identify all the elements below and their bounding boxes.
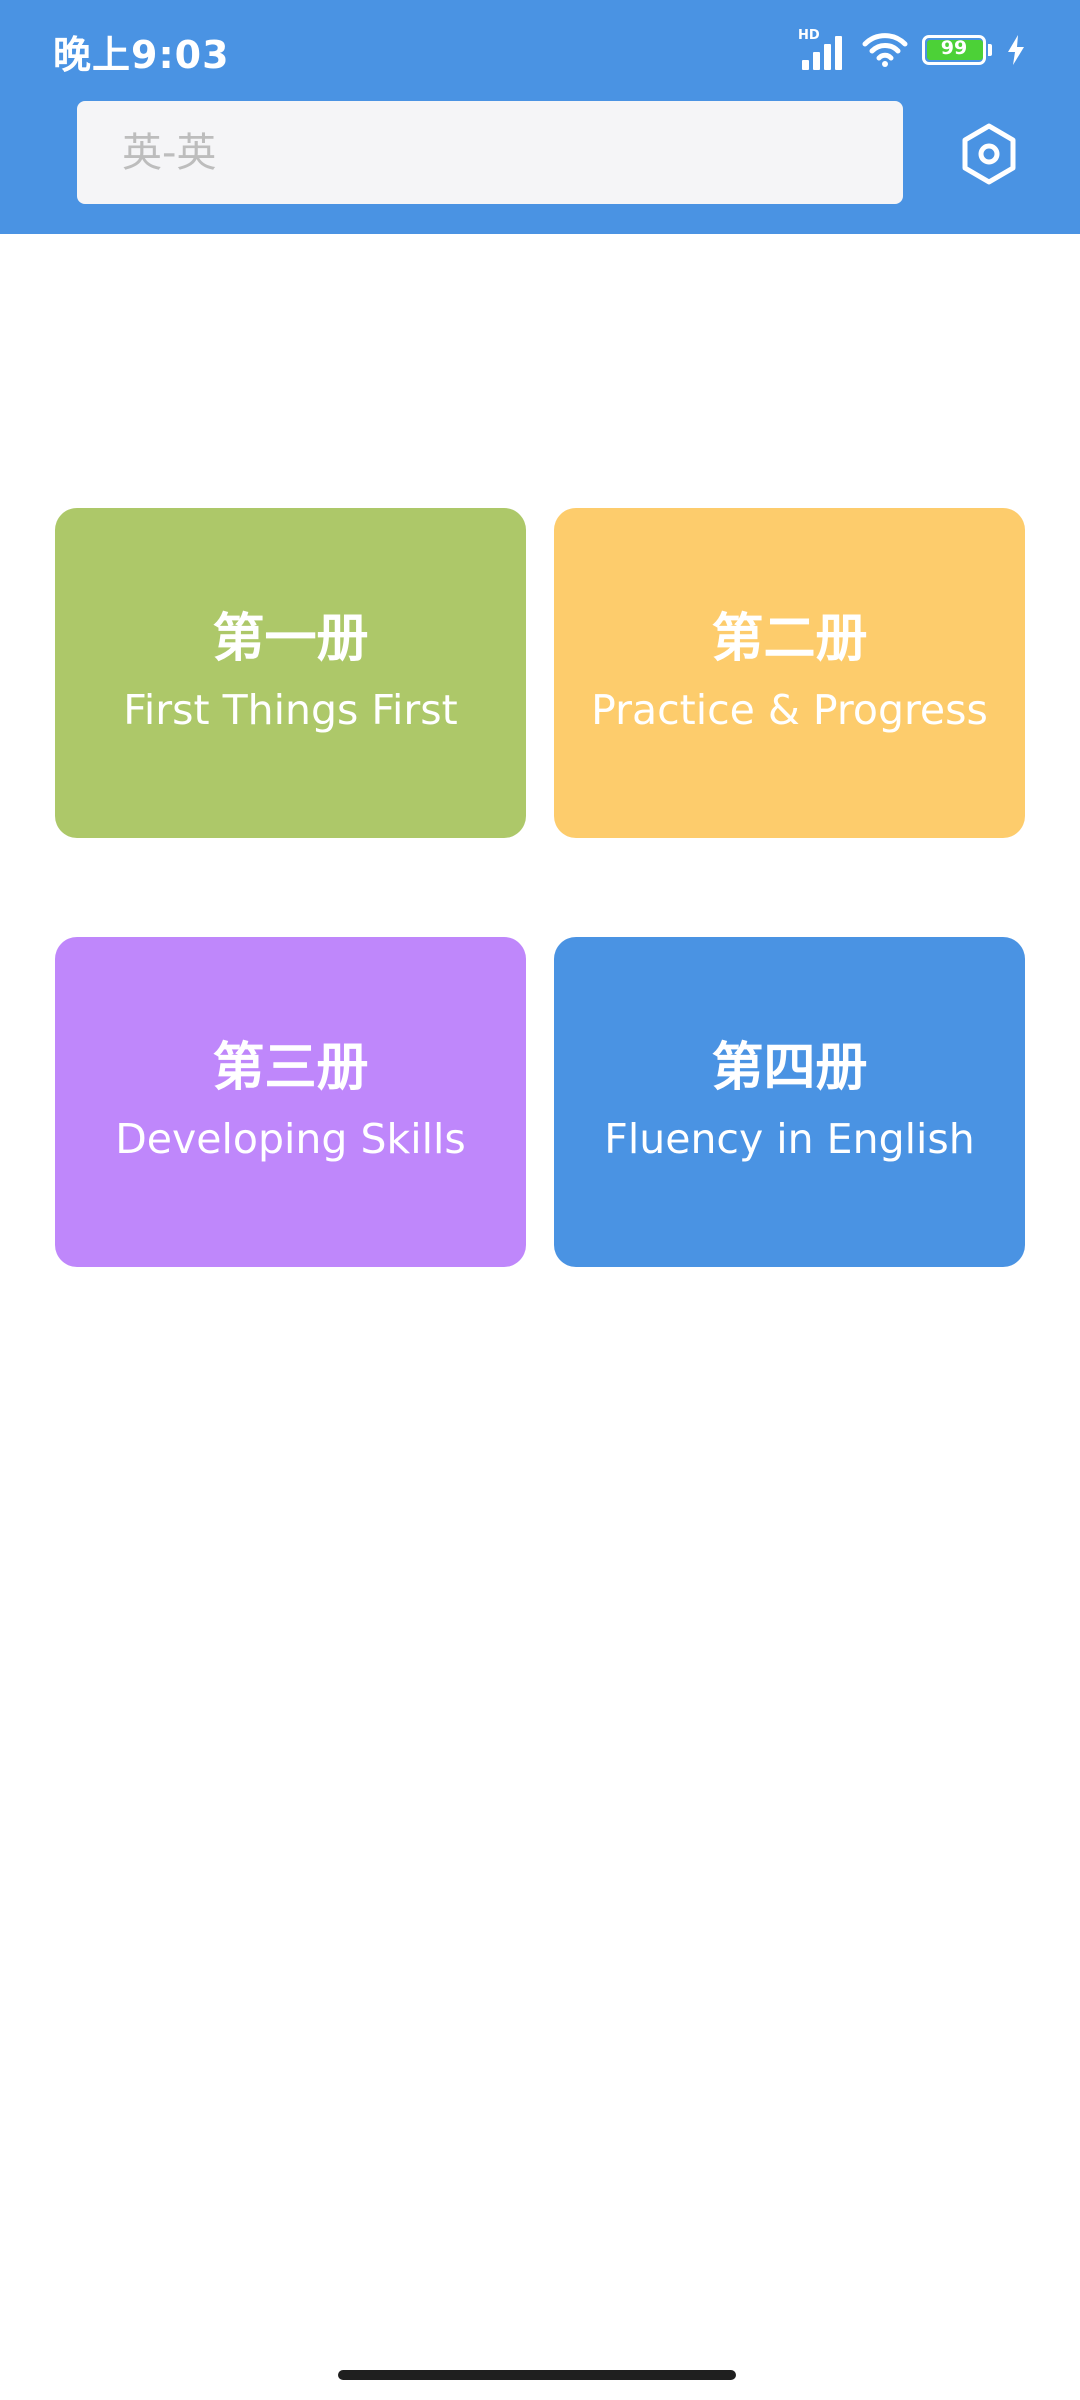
status-icons: HD 99 [798,28,1026,70]
book-card-1[interactable]: 第一册 First Things First [55,508,526,838]
home-indicator[interactable] [338,2370,736,2380]
charging-icon [1008,35,1024,65]
network-type-label: HD [798,28,820,43]
book-title-cn: 第二册 [711,609,868,669]
book-title-en: First Things First [123,686,458,734]
book-title-en: Developing Skills [115,1115,466,1163]
book-card-4[interactable]: 第四册 Fluency in English [554,937,1025,1267]
battery-icon: 99 [922,35,986,65]
settings-hexagon-icon [962,123,1016,185]
battery-level: 99 [940,37,968,59]
status-time: 晚上9:03 [53,33,230,77]
book-card-3[interactable]: 第三册 Developing Skills [55,937,526,1267]
book-title-en: Practice & Progress [591,686,988,734]
book-title-en: Fluency in English [604,1115,975,1163]
app-bar: 晚上9:03 HD 99 [0,0,1080,234]
settings-button[interactable] [956,121,1022,187]
book-title-cn: 第三册 [212,1038,369,1098]
book-title-cn: 第一册 [212,609,369,669]
book-card-2[interactable]: 第二册 Practice & Progress [554,508,1025,838]
search-input[interactable] [77,101,903,204]
battery-tip [988,44,992,56]
wifi-icon [862,33,908,67]
book-title-cn: 第四册 [711,1038,868,1098]
signal-icon: HD [798,28,848,70]
